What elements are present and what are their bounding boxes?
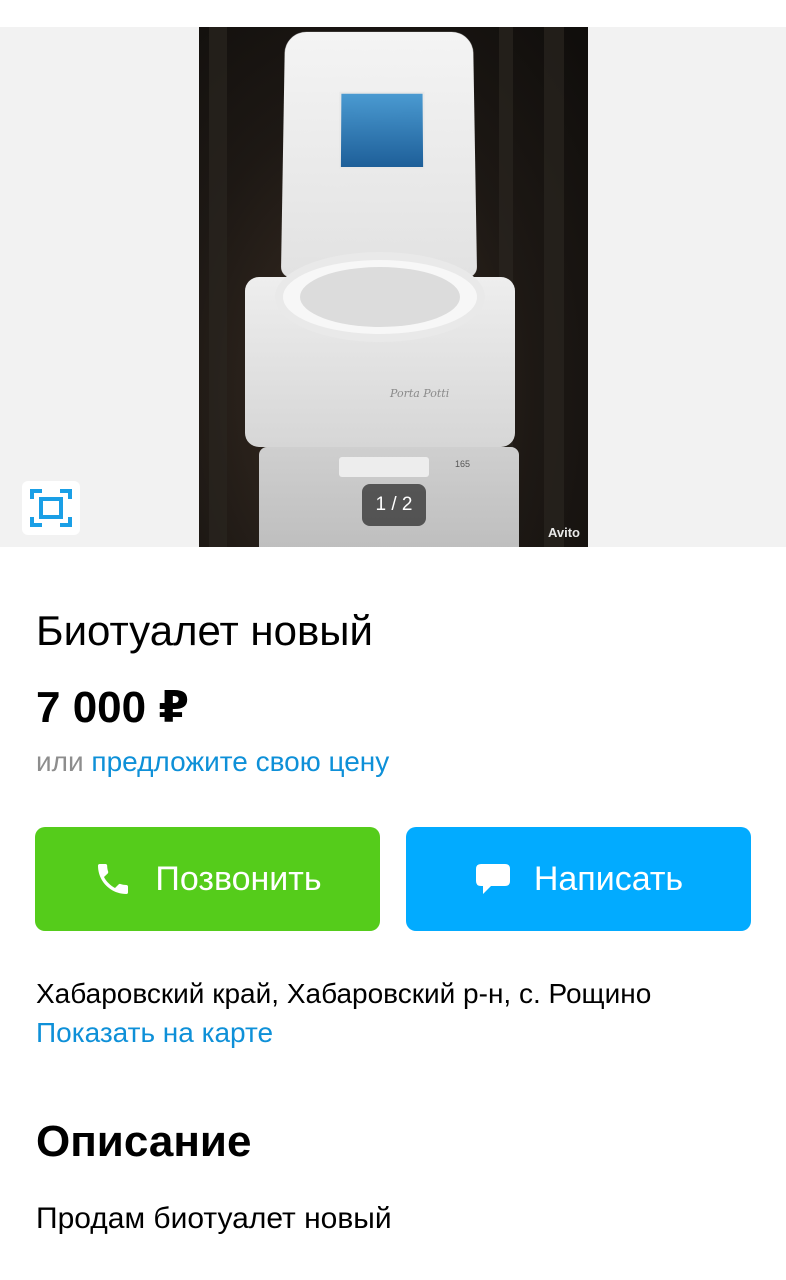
photo-counter: 1 / 2 — [362, 484, 426, 526]
description-text: Продам биотуалет новый — [36, 1202, 392, 1235]
call-button[interactable]: Позвонить — [35, 827, 380, 931]
offer-prefix: или — [36, 746, 92, 777]
offer-price-link[interactable]: предложите свою цену — [91, 746, 389, 777]
call-button-label: Позвонить — [155, 859, 322, 898]
fullscreen-button[interactable] — [22, 481, 80, 535]
toilet-seat: Porta Potti — [245, 252, 515, 447]
listing-title: Биотуалет новый — [36, 607, 373, 654]
toilet-lid — [280, 31, 478, 278]
chat-bubble-icon — [475, 864, 510, 894]
description-heading: Описание — [36, 1117, 252, 1166]
listing-photo[interactable]: 165 Porta Potti Avito — [199, 27, 588, 547]
expand-frame-icon — [30, 489, 72, 527]
top-bar — [0, 0, 786, 27]
phone-icon — [98, 864, 129, 894]
photo-gallery[interactable]: 165 Porta Potti Avito 1 / 2 — [0, 27, 786, 547]
show-on-map-link[interactable]: Показать на карте — [36, 1014, 273, 1052]
listing-price: 7 000 ₽ — [36, 683, 189, 732]
avito-watermark: Avito — [547, 525, 580, 540]
price-offer-line: или предложите свою цену — [36, 743, 389, 781]
location-address: Хабаровский край, Хабаровский р-н, с. Ро… — [36, 978, 652, 1009]
write-button[interactable]: Написать — [406, 827, 751, 931]
write-button-label: Написать — [533, 859, 684, 898]
